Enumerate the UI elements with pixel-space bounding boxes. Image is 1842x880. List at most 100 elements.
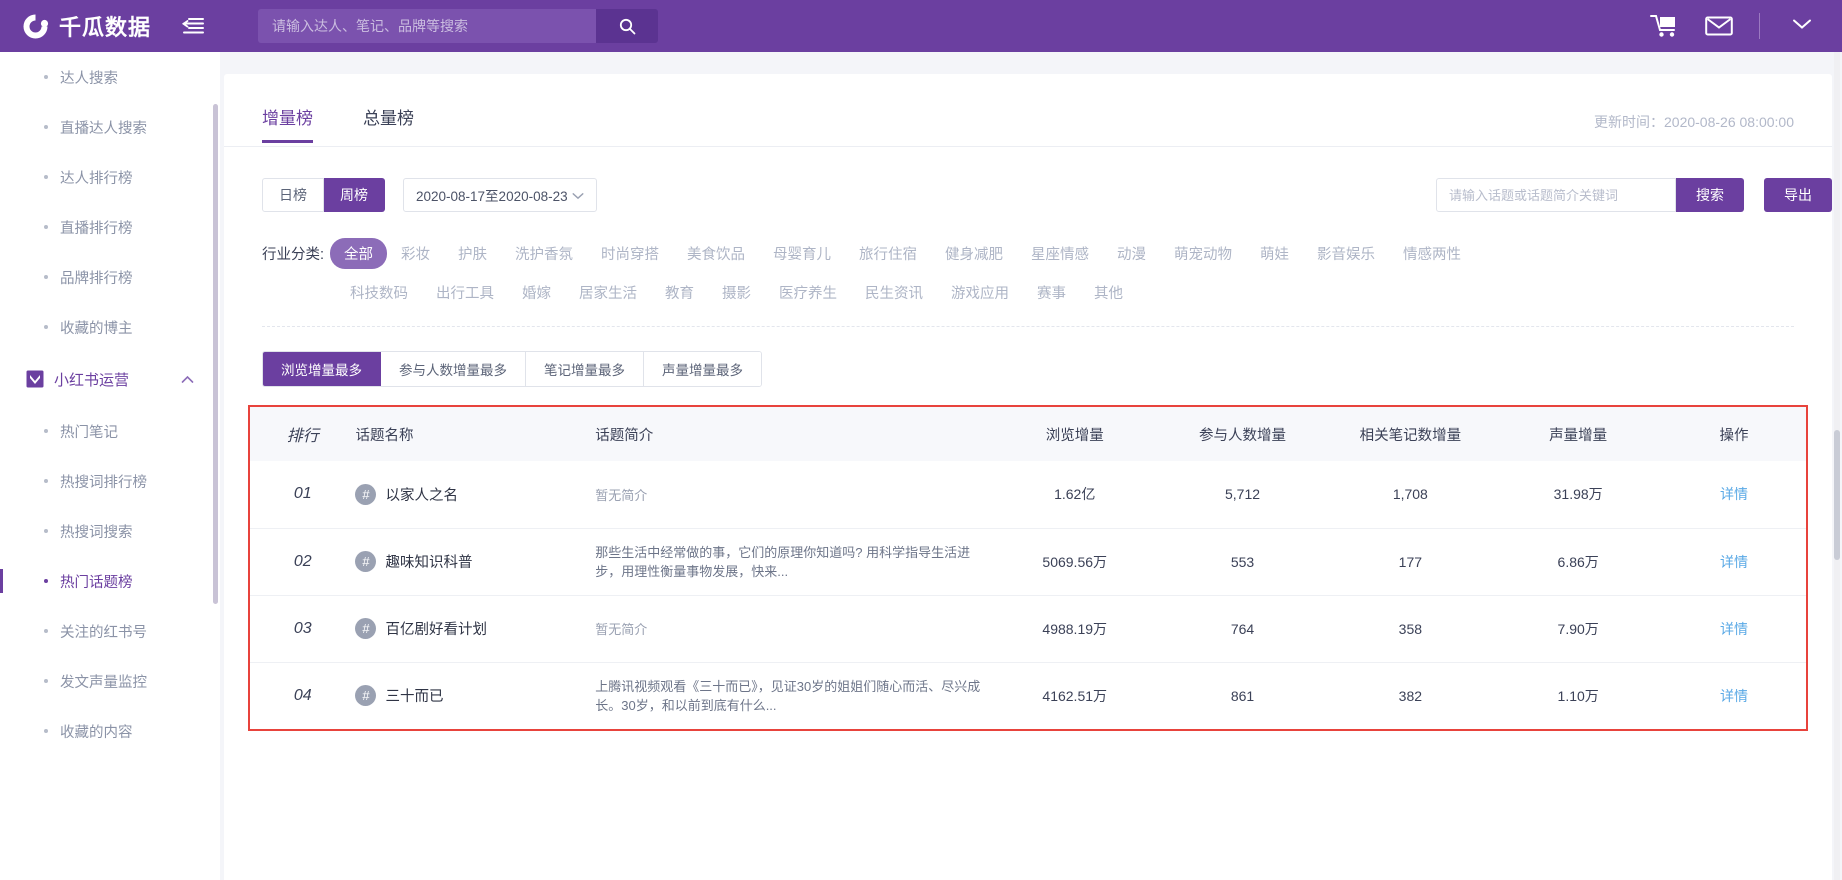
sidebar-item-label: 热搜词排行榜 [60,474,147,491]
category-item-astrology-emotion[interactable]: 星座情感 [1017,238,1103,269]
sidebar-item-saved-content[interactable]: 收藏的内容 [0,706,220,756]
table-body: 01 # 以家人之名 暂无简介 1.62亿 5,712 1,708 31.98万… [250,461,1806,729]
page-scrollbar-thumb[interactable] [1834,430,1840,560]
category-item-games-apps[interactable]: 游戏应用 [937,277,1023,308]
chevron-down-icon[interactable] [1786,17,1818,35]
global-search [258,9,658,43]
table-row[interactable]: 04 # 三十而已 上腾讯视频观看《三十而已》，见证30岁的姐姐们随心而活、尽兴… [250,662,1806,729]
category-item-sports-events[interactable]: 赛事 [1023,277,1080,308]
update-time: 更新时间：2020-08-26 08:00:00 [1594,112,1794,132]
sidebar-scrollbar[interactable] [213,104,218,604]
cell-action: 详情 [1662,528,1806,596]
sidebar-item-brand-ranking[interactable]: 品牌排行榜 [0,252,220,302]
topic-keyword-input[interactable] [1436,178,1676,212]
tab-label: 增量榜 [262,109,313,128]
category-item-health-wellness[interactable]: 医疗养生 [765,277,851,308]
table-row[interactable]: 03 # 百亿剧好看计划 暂无简介 4988.19万 764 358 7.90万… [250,595,1806,663]
table-row[interactable]: 01 # 以家人之名 暂无简介 1.62亿 5,712 1,708 31.98万… [250,461,1806,529]
sidebar-item-followed-accounts[interactable]: 关注的红书号 [0,606,220,656]
search-button[interactable] [596,9,658,43]
shopping-cart-icon[interactable] [1649,13,1679,39]
category-item-civic-news[interactable]: 民生资讯 [851,277,937,308]
tab-increment-ranking[interactable]: 增量榜 [262,104,313,143]
topic-name-text: 百亿剧好看计划 [385,622,487,638]
category-item-transport-tools[interactable]: 出行工具 [422,277,508,308]
sort-tab-most-views[interactable]: 浏览增量最多 [263,352,381,386]
category-item-makeup[interactable]: 彩妆 [387,238,444,269]
cell-rank: 04 [293,686,312,704]
bullet-icon [44,225,48,229]
detail-link[interactable]: 详情 [1720,688,1748,704]
category-item-entertainment[interactable]: 影音娱乐 [1303,238,1389,269]
sidebar-item-live-ranking[interactable]: 直播排行榜 [0,202,220,252]
period-weekly-button[interactable]: 周榜 [324,178,385,212]
sort-tab-most-voice[interactable]: 声量增量最多 [644,352,761,386]
hashtag-icon: # [355,618,377,639]
category-item-pets[interactable]: 萌宠动物 [1160,238,1246,269]
cell-voice: 1.10万 [1557,687,1599,704]
sidebar-item-live-daren-search[interactable]: 直播达人搜索 [0,102,220,152]
sidebar-item-saved-bloggers[interactable]: 收藏的博主 [0,302,220,352]
date-range-picker[interactable]: 2020-08-17至2020-08-23 [403,178,597,212]
category-item-all[interactable]: 全部 [330,238,388,269]
detail-link[interactable]: 详情 [1720,621,1748,637]
period-daily-button[interactable]: 日榜 [262,178,324,212]
chevron-down-icon [572,188,584,203]
topic-desc-text: 暂无简介 [595,622,648,637]
column-header-notes: 相关笔记数增量 [1326,407,1495,461]
cell-topic-name: # 百亿剧好看计划 [355,595,596,663]
category-item-food-drink[interactable]: 美食饮品 [673,238,759,269]
category-item-travel-stay[interactable]: 旅行住宿 [845,238,931,269]
category-item-relationships[interactable]: 情感两性 [1389,238,1475,269]
detail-link[interactable]: 详情 [1720,554,1748,570]
sidebar-item-daren-ranking[interactable]: 达人排行榜 [0,152,220,202]
sidebar-item-daren-search[interactable]: 达人搜索 [0,52,220,102]
bullet-icon [44,125,48,129]
category-item-skincare[interactable]: 护肤 [444,238,501,269]
hashtag-icon: # [355,483,377,505]
sidebar-item-voice-monitor[interactable]: 发文声量监控 [0,656,220,706]
sidebar-item-hot-keyword-search[interactable]: 热搜词搜索 [0,506,220,556]
tab-total-ranking[interactable]: 总量榜 [363,104,414,143]
table-header-row: 排行 话题名称 话题简介 浏览增量 参与人数增量 相关笔记数增量 声量增量 操作 [250,407,1806,461]
sidebar-group-xiaohongshu-operations[interactable]: 小红书运营 [0,352,220,406]
category-item-home-living[interactable]: 居家生活 [565,277,651,308]
envelope-icon[interactable] [1705,15,1733,37]
bullet-icon [44,629,48,633]
category-item-photography[interactable]: 摄影 [708,277,765,308]
category-item-anime[interactable]: 动漫 [1103,238,1160,269]
chevron-up-icon[interactable] [181,371,194,388]
sidebar-item-label: 关注的红书号 [60,624,147,641]
sort-tab-most-notes[interactable]: 笔记增量最多 [526,352,644,386]
category-item-wedding[interactable]: 婚嫁 [508,277,565,308]
tabs-divider [224,146,1832,147]
category-item-washcare-fragrance[interactable]: 洗护香氛 [501,238,587,269]
export-button[interactable]: 导出 [1764,178,1832,212]
cell-views: 4988.19万 [990,595,1159,663]
category-item-other[interactable]: 其他 [1080,277,1137,308]
collapse-menu-icon[interactable] [181,14,205,38]
cell-voice: 6.86万 [1494,528,1663,596]
sidebar-item-hot-keyword-ranking[interactable]: 热搜词排行榜 [0,456,220,506]
category-item-cute-kids[interactable]: 萌娃 [1246,238,1303,269]
category-item-maternal-baby[interactable]: 母婴育儿 [759,238,845,269]
table-row[interactable]: 02 # 趣味知识科普 那些生活中经常做的事，它们的原理你知道吗? 用科学指导生… [250,528,1806,596]
sidebar-group-label: 小红书运营 [54,371,130,389]
category-item-fitness-weightloss[interactable]: 健身减肥 [931,238,1017,269]
search-input[interactable] [258,9,596,43]
sort-tab-most-participants[interactable]: 参与人数增量最多 [381,352,526,386]
filter-row: 日榜 周榜 2020-08-17至2020-08-23 请输入话题或话题简介关键… [262,178,1832,212]
sidebar-item-hot-topic-ranking[interactable]: 热门话题榜 [0,556,220,606]
category-item-education[interactable]: 教育 [651,277,708,308]
column-header-topic-name: 话题名称 [355,407,596,461]
sidebar-item-hot-notes[interactable]: 热门笔记 [0,406,220,456]
detail-link[interactable]: 详情 [1720,486,1748,502]
cell-views: 4162.51万 [1042,687,1108,704]
topic-desc-text: 暂无简介 [595,487,648,503]
bullet-icon [44,429,48,433]
topic-search-button[interactable]: 搜索 [1676,178,1744,212]
bullet-icon [44,579,48,583]
category-item-tech-digital[interactable]: 科技数码 [336,277,422,308]
category-item-fashion[interactable]: 时尚穿搭 [587,238,673,269]
brand-logo-group[interactable]: 千瓜数据 [22,10,151,42]
